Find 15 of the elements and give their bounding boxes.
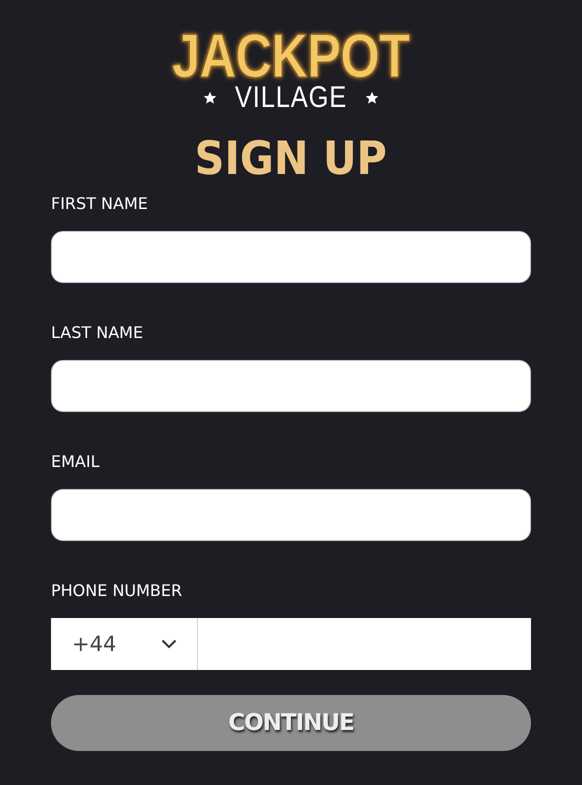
text-field[interactable] — [51, 360, 531, 412]
field-label: FIRST NAME — [51, 194, 149, 214]
logo-subtitle: VILLAGE — [234, 84, 348, 112]
star-icon — [365, 91, 380, 105]
logo-wordmark: JACKPOT — [172, 28, 410, 86]
chevron-down-icon — [161, 639, 177, 649]
text-field[interactable] — [51, 489, 531, 541]
text-field[interactable] — [51, 231, 531, 283]
country-code-dropdown[interactable]: +44 — [51, 618, 198, 670]
field-label: EMAIL — [51, 452, 100, 472]
phone-number-field[interactable] — [198, 618, 531, 670]
star-icon — [202, 91, 217, 105]
page-title: SIGN UP — [194, 130, 388, 186]
field-label: LAST NAME — [51, 323, 144, 343]
field-label: PHONE NUMBER — [51, 581, 184, 601]
